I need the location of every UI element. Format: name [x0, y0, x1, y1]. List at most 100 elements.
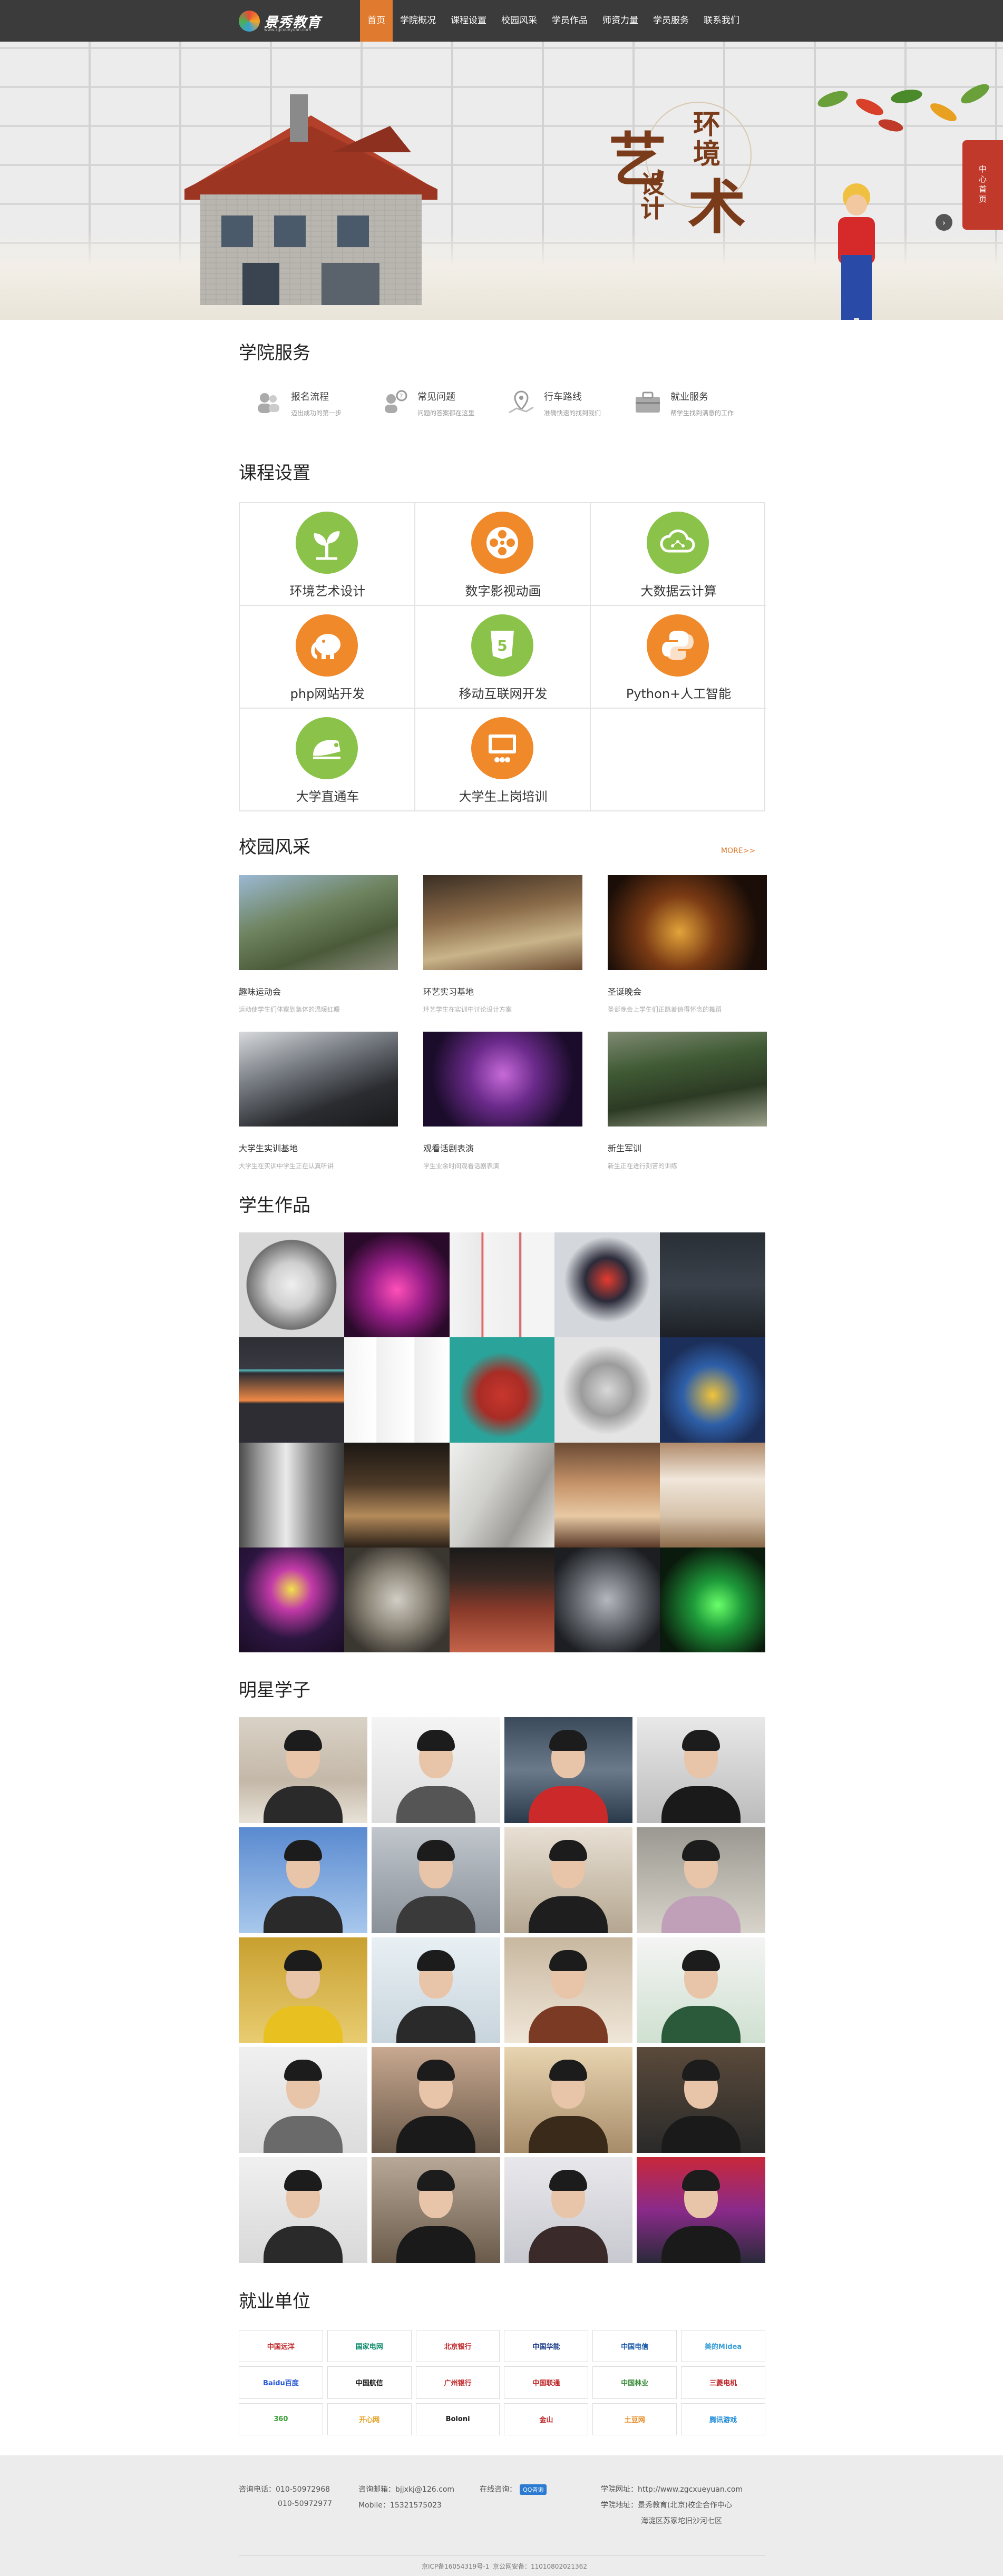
student-photo[interactable] [371, 2047, 500, 2153]
work-thumbnail[interactable] [344, 1547, 450, 1652]
employer-logo[interactable]: Boloni [415, 2403, 500, 2435]
student-photo[interactable] [371, 2157, 500, 2263]
course-item[interactable]: php网站开发 [240, 606, 415, 709]
work-thumbnail[interactable] [344, 1232, 450, 1338]
student-hair [416, 1839, 455, 1861]
employer-logo[interactable]: 中国远洋 [239, 2330, 323, 2363]
service-item[interactable]: ? 常见问题 问题的答案都在这里 [379, 387, 527, 419]
nav-item[interactable]: 学员作品 [544, 0, 595, 42]
work-thumbnail[interactable] [554, 1442, 660, 1547]
student-body [661, 2006, 741, 2043]
campus-photo[interactable] [423, 1032, 582, 1127]
footer-icp[interactable]: 京ICP备16054319号-1 [422, 2562, 489, 2571]
work-thumbnail[interactable] [554, 1337, 660, 1443]
campus-photo[interactable] [423, 875, 582, 970]
work-thumbnail[interactable] [449, 1547, 555, 1652]
employer-logo[interactable]: 三菱电机 [681, 2366, 765, 2399]
campus-card[interactable]: 大学生实训基地 大学生在实训中学生正在认真听讲 [239, 1032, 398, 1170]
work-thumbnail[interactable] [449, 1232, 555, 1338]
work-thumbnail[interactable] [344, 1442, 450, 1547]
campus-more-link[interactable]: MORE>> [721, 847, 755, 855]
work-thumbnail[interactable] [660, 1547, 765, 1652]
nav-item[interactable]: 首页 [360, 0, 393, 42]
work-thumbnail[interactable] [449, 1337, 555, 1443]
footer-police[interactable]: 京公网安备：11010802021362 [493, 2562, 587, 2571]
nav-item[interactable]: 学员服务 [646, 0, 696, 42]
employer-logo[interactable]: 腾讯游戏 [681, 2403, 765, 2435]
employer-logo[interactable]: 中国林业 [592, 2366, 677, 2399]
employer-logo[interactable]: 北京银行 [415, 2330, 500, 2363]
nav-item[interactable]: 校园风采 [494, 0, 544, 42]
work-thumbnail[interactable] [449, 1442, 555, 1547]
employer-logo[interactable]: 中国航信 [327, 2366, 412, 2399]
student-photo[interactable] [504, 1827, 633, 1933]
campus-photo[interactable] [608, 1032, 767, 1127]
employer-logo[interactable]: 中国电信 [592, 2330, 677, 2363]
campus-card[interactable]: 趣味运动会 运动使学生们体察到集体的温暖红暖 [239, 875, 398, 1014]
student-photo[interactable] [239, 1717, 367, 1823]
student-photo[interactable] [239, 2047, 367, 2153]
campus-card[interactable]: 观看话剧表演 学生业余时间观看话剧表演 [423, 1032, 582, 1170]
nav-item[interactable]: 联系我们 [696, 0, 747, 42]
work-thumbnail[interactable] [554, 1232, 660, 1338]
banner-char: 术 [688, 173, 746, 241]
student-photo[interactable] [371, 1937, 500, 2043]
course-item[interactable]: 大数据云计算 [591, 503, 766, 606]
employer-logo[interactable]: 中国联通 [504, 2366, 589, 2399]
employer-logo[interactable]: 土豆网 [592, 2403, 677, 2435]
service-item[interactable]: 就业服务 帮学生找到满意的工作 [632, 387, 780, 419]
nav-item[interactable]: 学院概况 [393, 0, 443, 42]
course-item[interactable]: Python+人工智能 [591, 606, 766, 709]
student-photo[interactable] [371, 1717, 500, 1823]
nav-item[interactable]: 课程设置 [443, 0, 494, 42]
campus-photo[interactable] [239, 1032, 398, 1127]
course-item[interactable]: 环境艺术设计 [240, 503, 415, 606]
service-item[interactable]: 行车路线 准确快速的找到我们 [506, 387, 654, 419]
service-item[interactable]: 报名流程 迈出成功的第一步 [253, 387, 401, 419]
student-photo[interactable] [637, 1717, 765, 1823]
campus-card[interactable]: 圣诞晚会 圣诞晚会上学生们正跳着值得怀念的舞蹈 [608, 875, 767, 1014]
campus-card[interactable]: 新生军训 新生正在进行刻苦的训练 [608, 1032, 767, 1170]
work-thumbnail[interactable] [344, 1337, 450, 1443]
work-thumbnail[interactable] [239, 1337, 344, 1443]
side-home-tab[interactable]: 中心首页 [962, 140, 1003, 230]
course-item[interactable]: 数字影视动画 [415, 503, 591, 606]
work-thumbnail[interactable] [554, 1547, 660, 1652]
work-thumbnail[interactable] [239, 1232, 344, 1338]
employer-logo[interactable]: 开心网 [327, 2403, 412, 2435]
campus-card[interactable]: 环艺实习基地 环艺学生在实训中讨论设计方案 [423, 875, 582, 1014]
course-item[interactable]: 5 移动互联网开发 [415, 606, 591, 709]
employer-logo[interactable]: 金山 [504, 2403, 589, 2435]
qq-consult-button[interactable]: QQ咨询 [520, 2484, 547, 2495]
employer-logo[interactable]: 国家电网 [327, 2330, 412, 2363]
work-thumbnail[interactable] [239, 1547, 344, 1652]
student-photo[interactable] [637, 1937, 765, 2043]
banner-next-button[interactable]: › [936, 214, 952, 231]
work-thumbnail[interactable] [660, 1442, 765, 1547]
student-photo[interactable] [239, 1937, 367, 2043]
student-photo[interactable] [637, 2157, 765, 2263]
student-photo[interactable] [504, 1937, 633, 2043]
student-photo[interactable] [239, 2157, 367, 2263]
student-photo[interactable] [504, 2047, 633, 2153]
student-photo[interactable] [504, 2157, 633, 2263]
course-item[interactable]: 大学生上岗培训 [415, 709, 591, 811]
student-photo[interactable] [637, 2047, 765, 2153]
employer-logo[interactable]: Baidu百度 [239, 2366, 323, 2399]
employer-logo[interactable]: 360 [239, 2403, 323, 2435]
work-thumbnail[interactable] [660, 1337, 765, 1443]
student-photo[interactable] [371, 1827, 500, 1933]
course-item[interactable]: 大学直通车 [240, 709, 415, 811]
work-thumbnail[interactable] [660, 1232, 765, 1338]
student-photo[interactable] [637, 1827, 765, 1933]
campus-photo[interactable] [608, 875, 767, 970]
employer-logo[interactable]: 广州银行 [415, 2366, 500, 2399]
student-photo[interactable] [504, 1717, 633, 1823]
work-thumbnail[interactable] [239, 1442, 344, 1547]
campus-photo[interactable] [239, 875, 398, 970]
student-photo[interactable] [239, 1827, 367, 1933]
employer-logo[interactable]: 美的Midea [681, 2330, 765, 2363]
logo[interactable]: 景秀教育 www.zgcxueyuan.com [239, 6, 323, 36]
employer-logo[interactable]: 中国华能 [504, 2330, 589, 2363]
nav-item[interactable]: 师资力量 [595, 0, 646, 42]
